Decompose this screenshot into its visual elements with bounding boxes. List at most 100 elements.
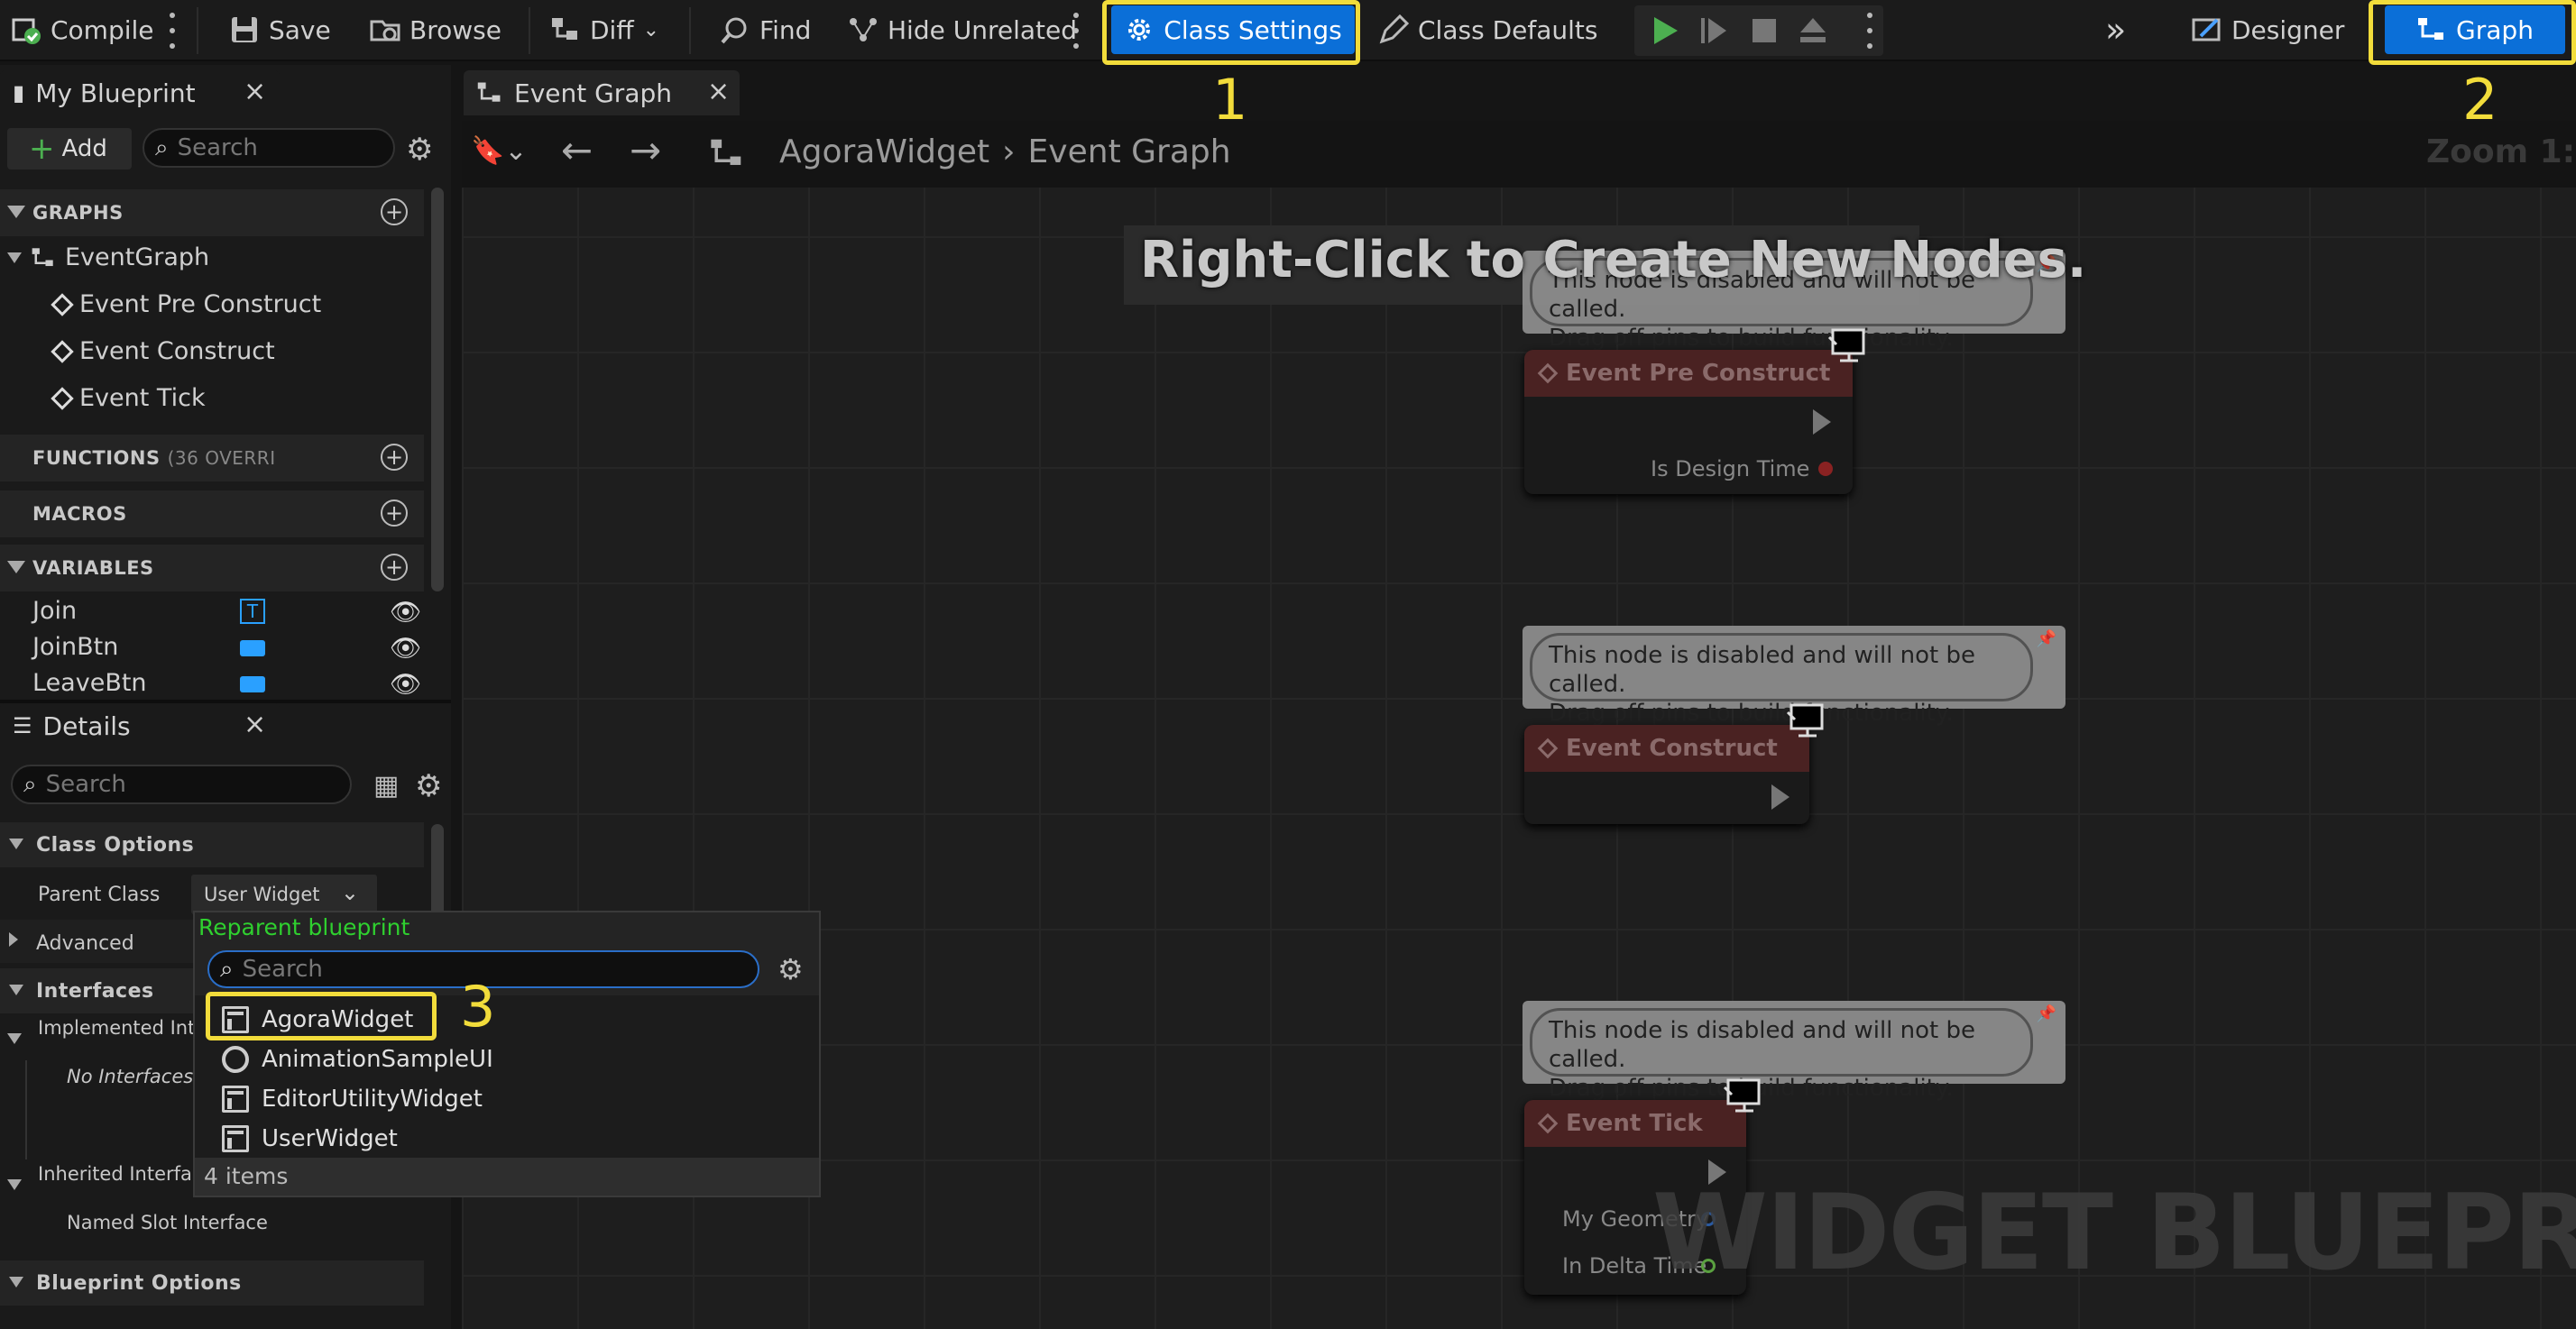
event-construct-node[interactable]: Event Construct [1524,725,1809,824]
compile-button[interactable]: Compile [4,5,161,54]
blueprint-options-section[interactable]: Blueprint Options [0,1260,424,1306]
chevron-down-icon: ⌄ [642,18,660,41]
exec-output-pin[interactable] [1771,784,1789,810]
interfaces-label: Interfaces [36,979,154,1003]
close-event-graph-icon[interactable]: × [707,76,730,107]
details-icon: ☰ [13,713,32,738]
tree-item-event-tick[interactable]: Event Tick [51,384,206,412]
class-defaults-icon [1379,14,1409,44]
comment-bubble: This node is disabled and will not be ca… [1530,1008,2033,1102]
collapse-arrow-icon [7,252,22,263]
reparent-item-count: 4 items [195,1158,819,1196]
node-title: Event Construct [1566,735,1778,762]
add-function-icon[interactable]: + [381,444,408,471]
diff-button[interactable]: Diff ⌄ [543,5,667,54]
play-controls [1634,5,1883,56]
list-item-editorutilitywidget[interactable]: EditorUtilityWidget [222,1086,483,1113]
details-settings-gear-icon[interactable]: ⚙ [415,768,442,804]
my-blueprint-search-input[interactable]: ⌕ Search [143,128,395,168]
list-item-userwidget[interactable]: UserWidget [222,1125,398,1152]
tree-item-eventgraph[interactable]: EventGraph [7,243,209,271]
comment-line-2: Drag off pins to build functionality. [1549,325,1954,352]
comment-bubble: This node is disabled and will not be ca… [1530,633,2033,727]
reparent-settings-gear-icon[interactable]: ⚙ [777,952,804,986]
tree-item-event-pre-construct[interactable]: Event Pre Construct [51,290,321,318]
functions-section-header[interactable]: FUNCTIONS (36 OVERRI [0,435,424,481]
tree-item-event-construct[interactable]: Event Construct [51,337,275,365]
annotation-number-3: 3 [460,974,496,1040]
close-details-icon[interactable]: × [244,709,266,740]
visibility-eye-icon[interactable]: 👁 [390,633,422,663]
find-button[interactable]: Find [713,5,818,54]
variable-item[interactable]: Join [32,597,77,625]
search-icon: ⌕ [155,133,169,161]
exec-output-pin[interactable] [1813,409,1831,435]
visibility-eye-icon[interactable]: 👁 [390,669,422,694]
step-icon[interactable] [1697,14,1730,47]
event-pre-construct-node[interactable]: Event Pre Construct Is Design Time [1524,350,1853,494]
eject-icon[interactable] [1797,14,1829,47]
my-blueprint-search-placeholder: Search [177,134,258,161]
event-diamond-icon [1537,362,1559,384]
class-options-section[interactable]: Class Options [0,822,424,867]
add-macro-icon[interactable]: + [381,500,408,527]
save-button[interactable]: Save [222,5,338,54]
add-graph-icon[interactable]: + [381,198,408,225]
designer-label: Designer [2231,14,2345,45]
tab-my-blueprint[interactable]: ▮ My Blueprint [0,70,280,115]
comment-line-2: Drag off pins to build functionality. [1549,700,1954,727]
reparent-search-placeholder: Search [242,956,323,983]
table-view-icon[interactable]: ▦ [373,770,399,802]
variable-item[interactable]: JoinBtn [32,633,118,661]
plus-icon: + [29,131,55,167]
compile-options-icon[interactable] [168,13,177,49]
tab-details[interactable]: ☰ Details [0,703,280,748]
class-defaults-button[interactable]: Class Defaults [1371,5,1605,54]
forward-arrow-icon[interactable]: → [630,128,661,172]
graphs-section-header[interactable]: GRAPHS [0,189,424,236]
stop-icon[interactable] [1748,14,1780,47]
highlight-class-settings [1102,0,1360,65]
expand-toolbar-icon[interactable]: » [2098,5,2133,54]
pin-icon[interactable]: 📌 [2037,629,2056,648]
comment-line-1: This node is disabled and will not be ca… [1549,642,1976,698]
client-only-monitor-icon [1723,1078,1761,1113]
bool-output-pin[interactable] [1818,462,1833,476]
my-blueprint-settings-gear-icon[interactable]: ⚙ [406,132,433,168]
node-title: Event Pre Construct [1566,360,1831,387]
pin-icon[interactable]: 📌 [2037,1004,2056,1023]
hide-unrelated-button[interactable]: Hide Unrelated [841,5,1084,54]
pin-label: Is Design Time [1651,456,1810,481]
parent-class-dropdown[interactable]: User Widget ⌄ [191,875,377,914]
blueprint-options-label: Blueprint Options [36,1271,242,1295]
add-variable-icon[interactable]: + [381,554,408,581]
tab-event-graph[interactable]: Event Graph [464,70,740,115]
breadcrumb-root[interactable]: AgoraWidget [779,133,989,170]
named-slot-interface-label: Named Slot Interface [67,1212,268,1233]
macros-section-header[interactable]: MACROS [0,490,424,537]
functions-header-label: FUNCTIONS [32,447,161,469]
details-search-input[interactable]: ⌕ Search [11,765,352,804]
event-graph-tab-label: Event Graph [514,78,672,108]
macros-header-label: MACROS [32,503,127,525]
breadcrumb-leaf[interactable]: Event Graph [1028,133,1231,170]
bookmark-icon[interactable]: 🔖⌄ [471,135,528,167]
widget-class-icon [222,1086,249,1113]
expand-arrow-icon [9,932,18,947]
play-icon[interactable] [1649,14,1681,47]
close-my-blueprint-icon[interactable]: × [244,76,266,107]
designer-button[interactable]: Designer [2185,5,2351,54]
toolbar-separator [197,7,198,54]
hide-unrelated-options-icon[interactable] [1072,13,1081,49]
back-arrow-icon[interactable]: ← [561,128,593,172]
play-options-icon[interactable] [1865,13,1874,49]
my-blueprint-scrollbar[interactable] [431,188,444,591]
visibility-eye-icon[interactable]: 👁 [390,597,422,627]
functions-override-count: (36 OVERRI [167,447,276,469]
list-item-animationsampleui[interactable]: AnimationSampleUI [222,1046,493,1073]
browse-button[interactable]: Browse [363,5,509,54]
add-button[interactable]: + Add [7,128,132,170]
expand-arrow-icon [9,985,23,995]
variable-item[interactable]: LeaveBtn [32,669,147,694]
variables-section-header[interactable]: VARIABLES [0,545,424,591]
